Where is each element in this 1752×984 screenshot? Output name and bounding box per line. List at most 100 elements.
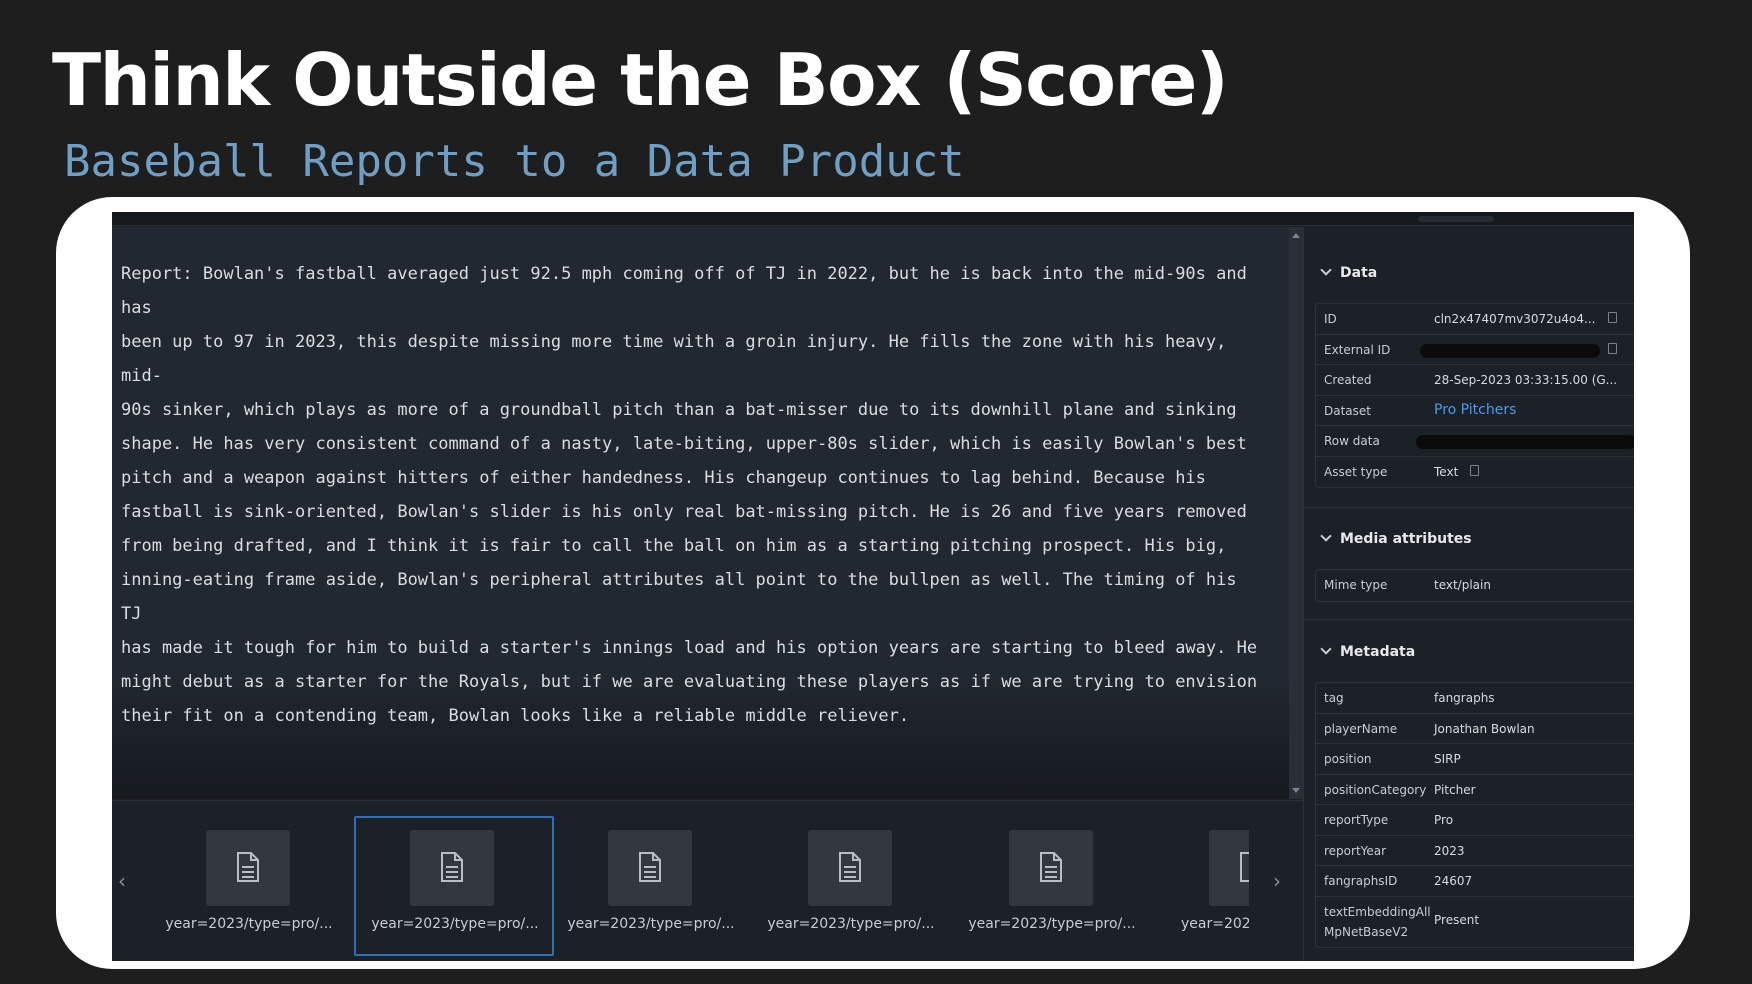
row-key: playerName (1324, 721, 1398, 736)
metadata-row-fangraphs-id: fangraphsID 24607 (1316, 866, 1634, 897)
chevron-left-icon[interactable]: ‹ (118, 869, 126, 893)
row-key: External ID (1324, 342, 1391, 357)
report-line: pitch and a weapon against hitters of ei… (121, 468, 1206, 488)
data-row-id: ID cln2x47407mv3072u4o4... (1316, 304, 1634, 335)
row-key: textEmbeddingAllMpNetBaseV2 (1324, 904, 1431, 939)
slide-title: Think Outside the Box (Score) (52, 38, 1229, 122)
report-line: has made it tough for him to build a sta… (121, 638, 1258, 658)
carousel-item[interactable]: year=2023/type=pro/... (552, 816, 752, 956)
data-row-row-data: Row data (1316, 426, 1634, 457)
row-key: ID (1324, 312, 1337, 326)
document-icon (1209, 830, 1249, 906)
carousel-item-label: year=2023/type=pro/... (968, 916, 1136, 932)
section-header-data[interactable]: Data (1320, 264, 1378, 281)
redaction-mark (1416, 435, 1634, 449)
scroll-down-icon[interactable] (1292, 788, 1300, 793)
carousel-item-label: year=2023/type=pro/... (567, 916, 735, 932)
metadata-row-text-embedding: textEmbeddingAllMpNetBaseV2 Present (1316, 897, 1634, 947)
document-icon (1009, 830, 1093, 906)
asset-carousel: ‹ year=2023/type=pro/... year=2023/type=… (112, 800, 1303, 961)
document-icon (808, 830, 892, 906)
section-title: Media attributes (1340, 531, 1472, 547)
copy-icon[interactable] (1608, 312, 1617, 323)
row-value: fangraphs (1434, 691, 1495, 705)
slide-subtitle: Baseball Reports to a Data Product (64, 136, 965, 187)
metadata-row-report-type: reportType Pro (1316, 805, 1634, 836)
carousel-item[interactable]: year=2023/type=pro/... (953, 816, 1153, 956)
row-value: cln2x47407mv3072u4o4... (1434, 312, 1596, 326)
metadata-table: tag fangraphs playerName Jonathan Bowlan… (1315, 682, 1634, 948)
row-key: reportYear (1324, 843, 1387, 858)
row-value: Text (1434, 464, 1459, 479)
report-line: from being drafted, and I think it is fa… (121, 536, 1227, 556)
row-key: positionCategory (1324, 782, 1427, 797)
chevron-down-icon[interactable] (1320, 264, 1332, 276)
copy-icon[interactable] (1470, 464, 1479, 476)
scroll-up-icon[interactable] (1292, 233, 1300, 238)
row-key: Mime type (1324, 578, 1388, 592)
data-row-dataset: Dataset Pro Pitchers (1316, 396, 1634, 426)
top-bar (112, 212, 1634, 226)
section-title: Metadata (1340, 644, 1416, 660)
metadata-row-report-year: reportYear 2023 (1316, 836, 1634, 866)
metadata-row-position: position SIRP (1316, 744, 1634, 775)
carousel-item[interactable]: year=2023/type=pro/... (150, 816, 350, 956)
carousel-item-selected[interactable]: year=2023/type=pro/... (354, 816, 554, 956)
labeling-app-window: Report: Bowlan's fastball averaged just … (112, 212, 1634, 961)
report-line: 90s sinker, which plays as more of a gro… (121, 400, 1237, 420)
row-value: 24607 (1434, 874, 1473, 888)
row-key: fangraphsID (1324, 874, 1398, 888)
row-key: tag (1324, 691, 1344, 705)
row-value: 2023 (1434, 843, 1465, 858)
media-attributes-table: Mime type text/plain (1315, 569, 1634, 602)
carousel-item-partial[interactable]: year=2023 (1153, 816, 1249, 956)
row-key: Created (1324, 373, 1372, 387)
text-asset-viewer: Report: Bowlan's fastball averaged just … (112, 227, 1289, 799)
carousel-item-label: year=2023/type=pro/... (767, 916, 935, 932)
copy-icon[interactable] (1608, 342, 1617, 354)
row-value: SIRP (1434, 752, 1461, 766)
row-value: Pro (1434, 813, 1454, 827)
section-header-metadata[interactable]: Metadata (1320, 643, 1416, 660)
details-panel: Data ID cln2x47407mv3072u4o4... External… (1303, 227, 1634, 961)
report-line: inning-eating frame aside, Bowlan's peri… (121, 570, 1237, 624)
report-line: shape. He has very consistent command of… (121, 434, 1247, 454)
data-row-asset-type: Asset type Text (1316, 457, 1634, 488)
report-line: might debut as a starter for the Royals,… (121, 672, 1258, 692)
viewer-scrollbar[interactable] (1289, 227, 1303, 799)
data-row-created: Created 28-Sep-2023 03:33:15.00 (G... (1316, 365, 1634, 396)
section-divider (1304, 507, 1634, 508)
section-divider (1304, 619, 1634, 620)
document-icon (206, 830, 290, 906)
chevron-right-icon[interactable]: › (1273, 869, 1281, 893)
carousel-item[interactable]: year=2023/type=pro/... (752, 816, 952, 956)
document-icon (410, 830, 494, 906)
section-title: Data (1340, 265, 1378, 281)
carousel-item-label: year=2023 (1181, 916, 1249, 932)
data-table: ID cln2x47407mv3072u4o4... External ID C… (1315, 303, 1634, 488)
chevron-down-icon[interactable] (1320, 530, 1332, 542)
report-line: been up to 97 in 2023, this despite miss… (121, 332, 1227, 386)
report-line: Report: Bowlan's fastball averaged just … (121, 264, 1247, 318)
media-row-mime-type: Mime type text/plain (1316, 570, 1634, 601)
row-value: 28-Sep-2023 03:33:15.00 (G... (1434, 373, 1618, 387)
row-value: Present (1434, 912, 1480, 927)
row-key: Dataset (1324, 403, 1371, 418)
row-key: Row data (1324, 434, 1380, 448)
top-bar-tab[interactable] (1418, 216, 1494, 222)
dataset-link[interactable]: Pro Pitchers (1434, 402, 1516, 418)
row-key: Asset type (1324, 464, 1388, 479)
row-value: Pitcher (1434, 782, 1476, 797)
report-line: their fit on a contending team, Bowlan l… (121, 706, 910, 726)
row-key: position (1324, 752, 1372, 766)
carousel-item-label: year=2023/type=pro/... (165, 916, 333, 932)
metadata-row-tag: tag fangraphs (1316, 683, 1634, 714)
row-key: reportType (1324, 813, 1389, 827)
carousel-item-label: year=2023/type=pro/... (371, 916, 539, 932)
section-header-media-attributes[interactable]: Media attributes (1320, 530, 1472, 547)
data-row-external-id: External ID (1316, 335, 1634, 365)
row-value: text/plain (1434, 578, 1491, 592)
report-text: Report: Bowlan's fastball averaged just … (121, 257, 1261, 733)
report-line: fastball is sink-oriented, Bowlan's slid… (121, 502, 1247, 522)
chevron-down-icon[interactable] (1320, 643, 1332, 655)
